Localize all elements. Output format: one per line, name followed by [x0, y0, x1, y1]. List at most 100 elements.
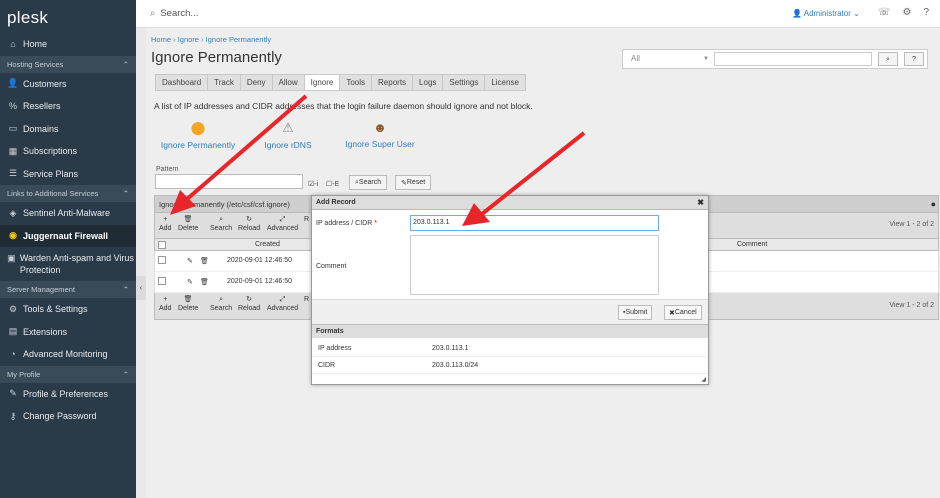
- search-icon: ⌕: [886, 56, 890, 63]
- tab-allow[interactable]: Allow: [271, 74, 304, 91]
- button-label: Add: [159, 305, 172, 312]
- group-my-profile[interactable]: My Profile ⌃: [0, 365, 136, 383]
- filter-reset-button[interactable]: ✎ Reset: [395, 175, 432, 190]
- breadcrumb-sep: ›: [171, 35, 178, 44]
- reload-button[interactable]: ↻ Reload: [238, 215, 260, 233]
- reload-icon: ↻: [246, 296, 253, 303]
- delete-button[interactable]: 🗑 Delete: [178, 215, 198, 233]
- ip-address-input[interactable]: 203.0.113.1: [410, 215, 659, 231]
- link-ignore-rdns[interactable]: ⚠ Ignore rDNS: [260, 120, 316, 150]
- sidebar-collapse-toggle[interactable]: ‹: [136, 276, 146, 300]
- grid-search-button[interactable]: ⌕ Search: [210, 215, 232, 233]
- add-button[interactable]: + Add: [159, 215, 171, 233]
- extended-regex-checkbox[interactable]: ☐-E: [326, 180, 339, 188]
- tab-logs[interactable]: Logs: [412, 74, 443, 91]
- close-icon[interactable]: ✖: [697, 198, 704, 207]
- collapse-grid-icon[interactable]: ●: [931, 199, 936, 209]
- sidebar-item-resellers[interactable]: % Resellers: [0, 95, 136, 118]
- button-label: Add: [159, 225, 172, 232]
- checkbox-label: -E: [332, 181, 340, 188]
- sidebar-item-label: Change Password: [23, 411, 97, 422]
- cancel-button[interactable]: ✖ Cancel: [664, 305, 702, 320]
- delete-button[interactable]: 🗑 Delete: [178, 295, 198, 313]
- tab-bar: Dashboard Track Deny Allow Ignore Tools …: [155, 74, 526, 91]
- tab-license[interactable]: License: [484, 74, 526, 91]
- link-label: Ignore Super User: [345, 139, 415, 149]
- submit-button[interactable]: ▪ Submit: [618, 305, 653, 320]
- advanced-button[interactable]: ⤢ Advanced: [267, 295, 298, 313]
- profile-icon: ✎: [9, 388, 17, 399]
- link-ignore-super-user[interactable]: ☻ Ignore Super User: [342, 120, 418, 149]
- scope-select[interactable]: All: [631, 54, 640, 63]
- sidebar-item-service-plans[interactable]: ☰ Service Plans: [0, 163, 136, 186]
- sidebar-item-subscriptions[interactable]: ▦ Subscriptions: [0, 140, 136, 163]
- case-insensitive-checkbox[interactable]: ☑-i: [308, 180, 318, 188]
- comment-textarea[interactable]: [410, 235, 659, 295]
- group-additional-services[interactable]: Links to Additional Services ⌃: [0, 185, 136, 202]
- button-label: Search: [210, 225, 233, 232]
- sidebar-item-domains[interactable]: ▭ Domains: [0, 118, 136, 141]
- breadcrumb-current[interactable]: Ignore Permanently: [206, 35, 271, 44]
- filter-search-button[interactable]: ⌕ Search: [349, 175, 388, 190]
- sidebar-item-sentinel[interactable]: ◈ Sentinel Anti-Malware: [0, 202, 136, 225]
- column-created[interactable]: Created: [255, 241, 280, 248]
- sidebar-item-home[interactable]: ⌂ Home: [0, 33, 136, 56]
- add-button[interactable]: + Add: [159, 295, 171, 313]
- tab-reports[interactable]: Reports: [371, 74, 413, 91]
- pattern-input[interactable]: [155, 174, 303, 189]
- plesk-logo[interactable]: plesk: [0, 0, 136, 33]
- warning-icon: ⬤: [190, 120, 206, 135]
- group-server-management[interactable]: Server Management ⌃: [0, 281, 136, 298]
- trash-icon[interactable]: 🗑: [200, 257, 209, 265]
- r-button[interactable]: R: [304, 295, 309, 304]
- monitoring-icon: ◔: [10, 349, 16, 360]
- warden-icon: ▣: [7, 253, 16, 263]
- edit-icon[interactable]: ✎: [187, 278, 193, 286]
- suggestions-icon[interactable]: ☏: [878, 7, 903, 18]
- advanced-button[interactable]: ⤢ Advanced: [267, 215, 298, 233]
- r-button[interactable]: R: [304, 215, 309, 224]
- tab-deny[interactable]: Deny: [239, 74, 272, 91]
- sidebar-item-advanced-monitoring[interactable]: ◔ Advanced Monitoring: [0, 343, 136, 366]
- row-checkbox[interactable]: [158, 256, 166, 264]
- sidebar-item-warden[interactable]: ▣ Warden Anti-spam and Virus Protection: [0, 247, 136, 281]
- select-all-checkbox[interactable]: [158, 241, 166, 249]
- tab-track[interactable]: Track: [207, 74, 240, 91]
- chevron-left-icon: ‹: [139, 283, 143, 292]
- resize-handle-icon[interactable]: ◢: [701, 376, 706, 383]
- grid-search-button[interactable]: ⌕ Search: [210, 295, 232, 313]
- help-button[interactable]: ?: [904, 52, 924, 66]
- sidebar-item-label: Juggernaut Firewall: [23, 230, 109, 241]
- link-ignore-permanently[interactable]: ⬤ Ignore Permanently: [156, 120, 240, 150]
- tab-ignore[interactable]: Ignore: [303, 74, 340, 91]
- button-label: R: [304, 216, 310, 223]
- sidebar-item-profile[interactable]: ✎ Profile & Preferences: [0, 383, 136, 406]
- group-hosting-services[interactable]: Hosting Services ⌃: [0, 55, 136, 73]
- group-label: My Profile: [7, 369, 41, 379]
- group-label: Links to Additional Services: [7, 189, 99, 198]
- top-search-input[interactable]: [714, 52, 872, 66]
- sidebar-item-customers[interactable]: 👤 Customers: [0, 73, 136, 96]
- user-menu[interactable]: 👤 Administrator ⌄: [792, 9, 860, 18]
- tab-settings[interactable]: Settings: [442, 74, 485, 91]
- sidebar-item-juggernaut[interactable]: ◉ Juggernaut Firewall: [0, 224, 136, 247]
- sidebar-item-change-password[interactable]: ⚷ Change Password: [0, 405, 136, 428]
- help-icon[interactable]: ?: [923, 7, 940, 18]
- sidebar-item-extensions[interactable]: ▤ Extensions: [0, 321, 136, 344]
- breadcrumb-home[interactable]: Home: [151, 35, 171, 44]
- column-comment[interactable]: Comment: [737, 241, 767, 248]
- tab-dashboard[interactable]: Dashboard: [155, 74, 208, 91]
- chevron-up-icon: ⌃: [122, 285, 129, 294]
- sidebar-item-tools-settings[interactable]: ⚙ Tools & Settings: [0, 298, 136, 321]
- search-button[interactable]: ⌕: [878, 52, 898, 66]
- reload-button[interactable]: ↻ Reload: [238, 295, 260, 313]
- plus-icon: +: [163, 216, 168, 223]
- notifications-icon[interactable]: ⚙: [903, 7, 924, 18]
- edit-icon[interactable]: ✎: [187, 257, 193, 265]
- global-search[interactable]: ⌕ Search...: [150, 8, 198, 19]
- grid-title: Ignore Permanently (/etc/csf/csf.ignore): [159, 199, 290, 209]
- row-checkbox[interactable]: [158, 277, 166, 285]
- breadcrumb-ignore[interactable]: Ignore: [178, 35, 199, 44]
- trash-icon[interactable]: 🗑: [200, 278, 209, 286]
- tab-tools[interactable]: Tools: [339, 74, 372, 91]
